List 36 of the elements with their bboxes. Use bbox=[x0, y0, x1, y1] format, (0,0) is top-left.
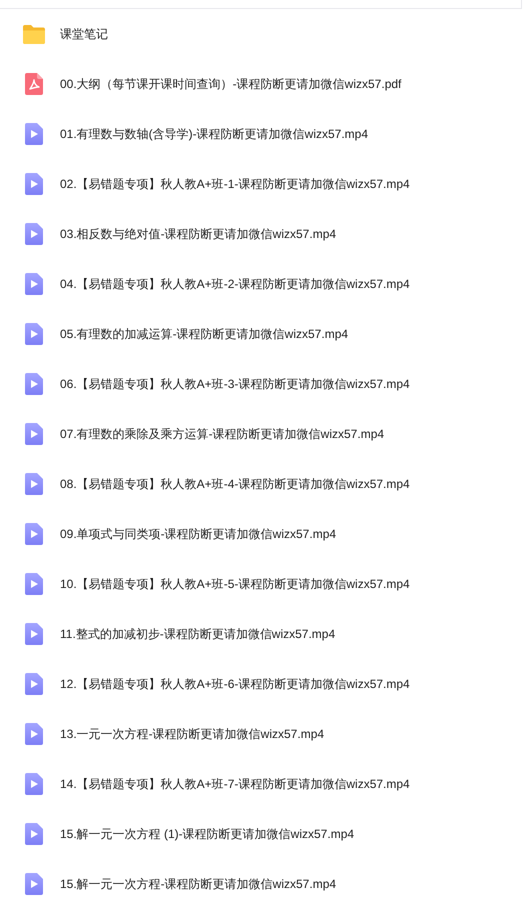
video-file-icon bbox=[25, 523, 43, 545]
video-file-icon bbox=[25, 873, 43, 895]
file-name[interactable]: 13.一元一次方程-课程防断更请加微信wizx57.mp4 bbox=[60, 726, 324, 742]
video-file-icon bbox=[25, 273, 43, 295]
video-file-icon bbox=[25, 673, 43, 695]
file-name[interactable]: 14.【易错题专项】秋人教A+班-7-课程防断更请加微信wizx57.mp4 bbox=[60, 776, 410, 792]
video-file-icon bbox=[25, 373, 43, 395]
video-file-icon bbox=[25, 773, 43, 795]
file-name[interactable]: 06.【易错题专项】秋人教A+班-3-课程防断更请加微信wizx57.mp4 bbox=[60, 376, 410, 392]
video-file-icon bbox=[25, 173, 43, 195]
file-name[interactable]: 00.大纲（每节课开课时间查询）-课程防断更请加微信wizx57.pdf bbox=[60, 76, 402, 92]
file-name[interactable]: 02.【易错题专项】秋人教A+班-1-课程防断更请加微信wizx57.mp4 bbox=[60, 176, 410, 192]
file-name[interactable]: 05.有理数的加减运算-课程防断更请加微信wizx57.mp4 bbox=[60, 326, 348, 342]
file-name[interactable]: 11.整式的加减初步-课程防断更请加微信wizx57.mp4 bbox=[60, 626, 336, 642]
file-name[interactable]: 04.【易错题专项】秋人教A+班-2-课程防断更请加微信wizx57.mp4 bbox=[60, 276, 410, 292]
video-file-icon bbox=[25, 823, 43, 845]
video-file-icon bbox=[25, 573, 43, 595]
folder-name[interactable]: 课堂笔记 bbox=[60, 26, 108, 42]
video-file-icon bbox=[25, 323, 43, 345]
file-name[interactable]: 08.【易错题专项】秋人教A+班-4-课程防断更请加微信wizx57.mp4 bbox=[60, 476, 410, 492]
file-name[interactable]: 15.解一元一次方程 (1)-课程防断更请加微信wizx57.mp4 bbox=[60, 826, 354, 842]
file-name[interactable]: 01.有理数与数轴(含导学)-课程防断更请加微信wizx57.mp4 bbox=[60, 126, 368, 142]
file-name[interactable]: 12.【易错题专项】秋人教A+班-6-课程防断更请加微信wizx57.mp4 bbox=[60, 676, 410, 692]
file-name[interactable]: 03.相反数与绝对值-课程防断更请加微信wizx57.mp4 bbox=[60, 226, 336, 242]
file-name[interactable]: 07.有理数的乘除及乘方运算-课程防断更请加微信wizx57.mp4 bbox=[60, 426, 384, 442]
video-file-icon bbox=[25, 723, 43, 745]
pdf-file-icon bbox=[25, 73, 43, 95]
file-name[interactable]: 09.单项式与同类项-课程防断更请加微信wizx57.mp4 bbox=[60, 526, 336, 542]
video-file-icon bbox=[25, 123, 43, 145]
folder-icon bbox=[22, 24, 46, 44]
video-file-icon bbox=[25, 423, 43, 445]
video-file-icon bbox=[25, 473, 43, 495]
file-name[interactable]: 10.【易错题专项】秋人教A+班-5-课程防断更请加微信wizx57.mp4 bbox=[60, 576, 410, 592]
video-file-icon bbox=[25, 623, 43, 645]
file-name[interactable]: 15.解一元一次方程-课程防断更请加微信wizx57.mp4 bbox=[60, 876, 336, 892]
video-file-icon bbox=[25, 223, 43, 245]
